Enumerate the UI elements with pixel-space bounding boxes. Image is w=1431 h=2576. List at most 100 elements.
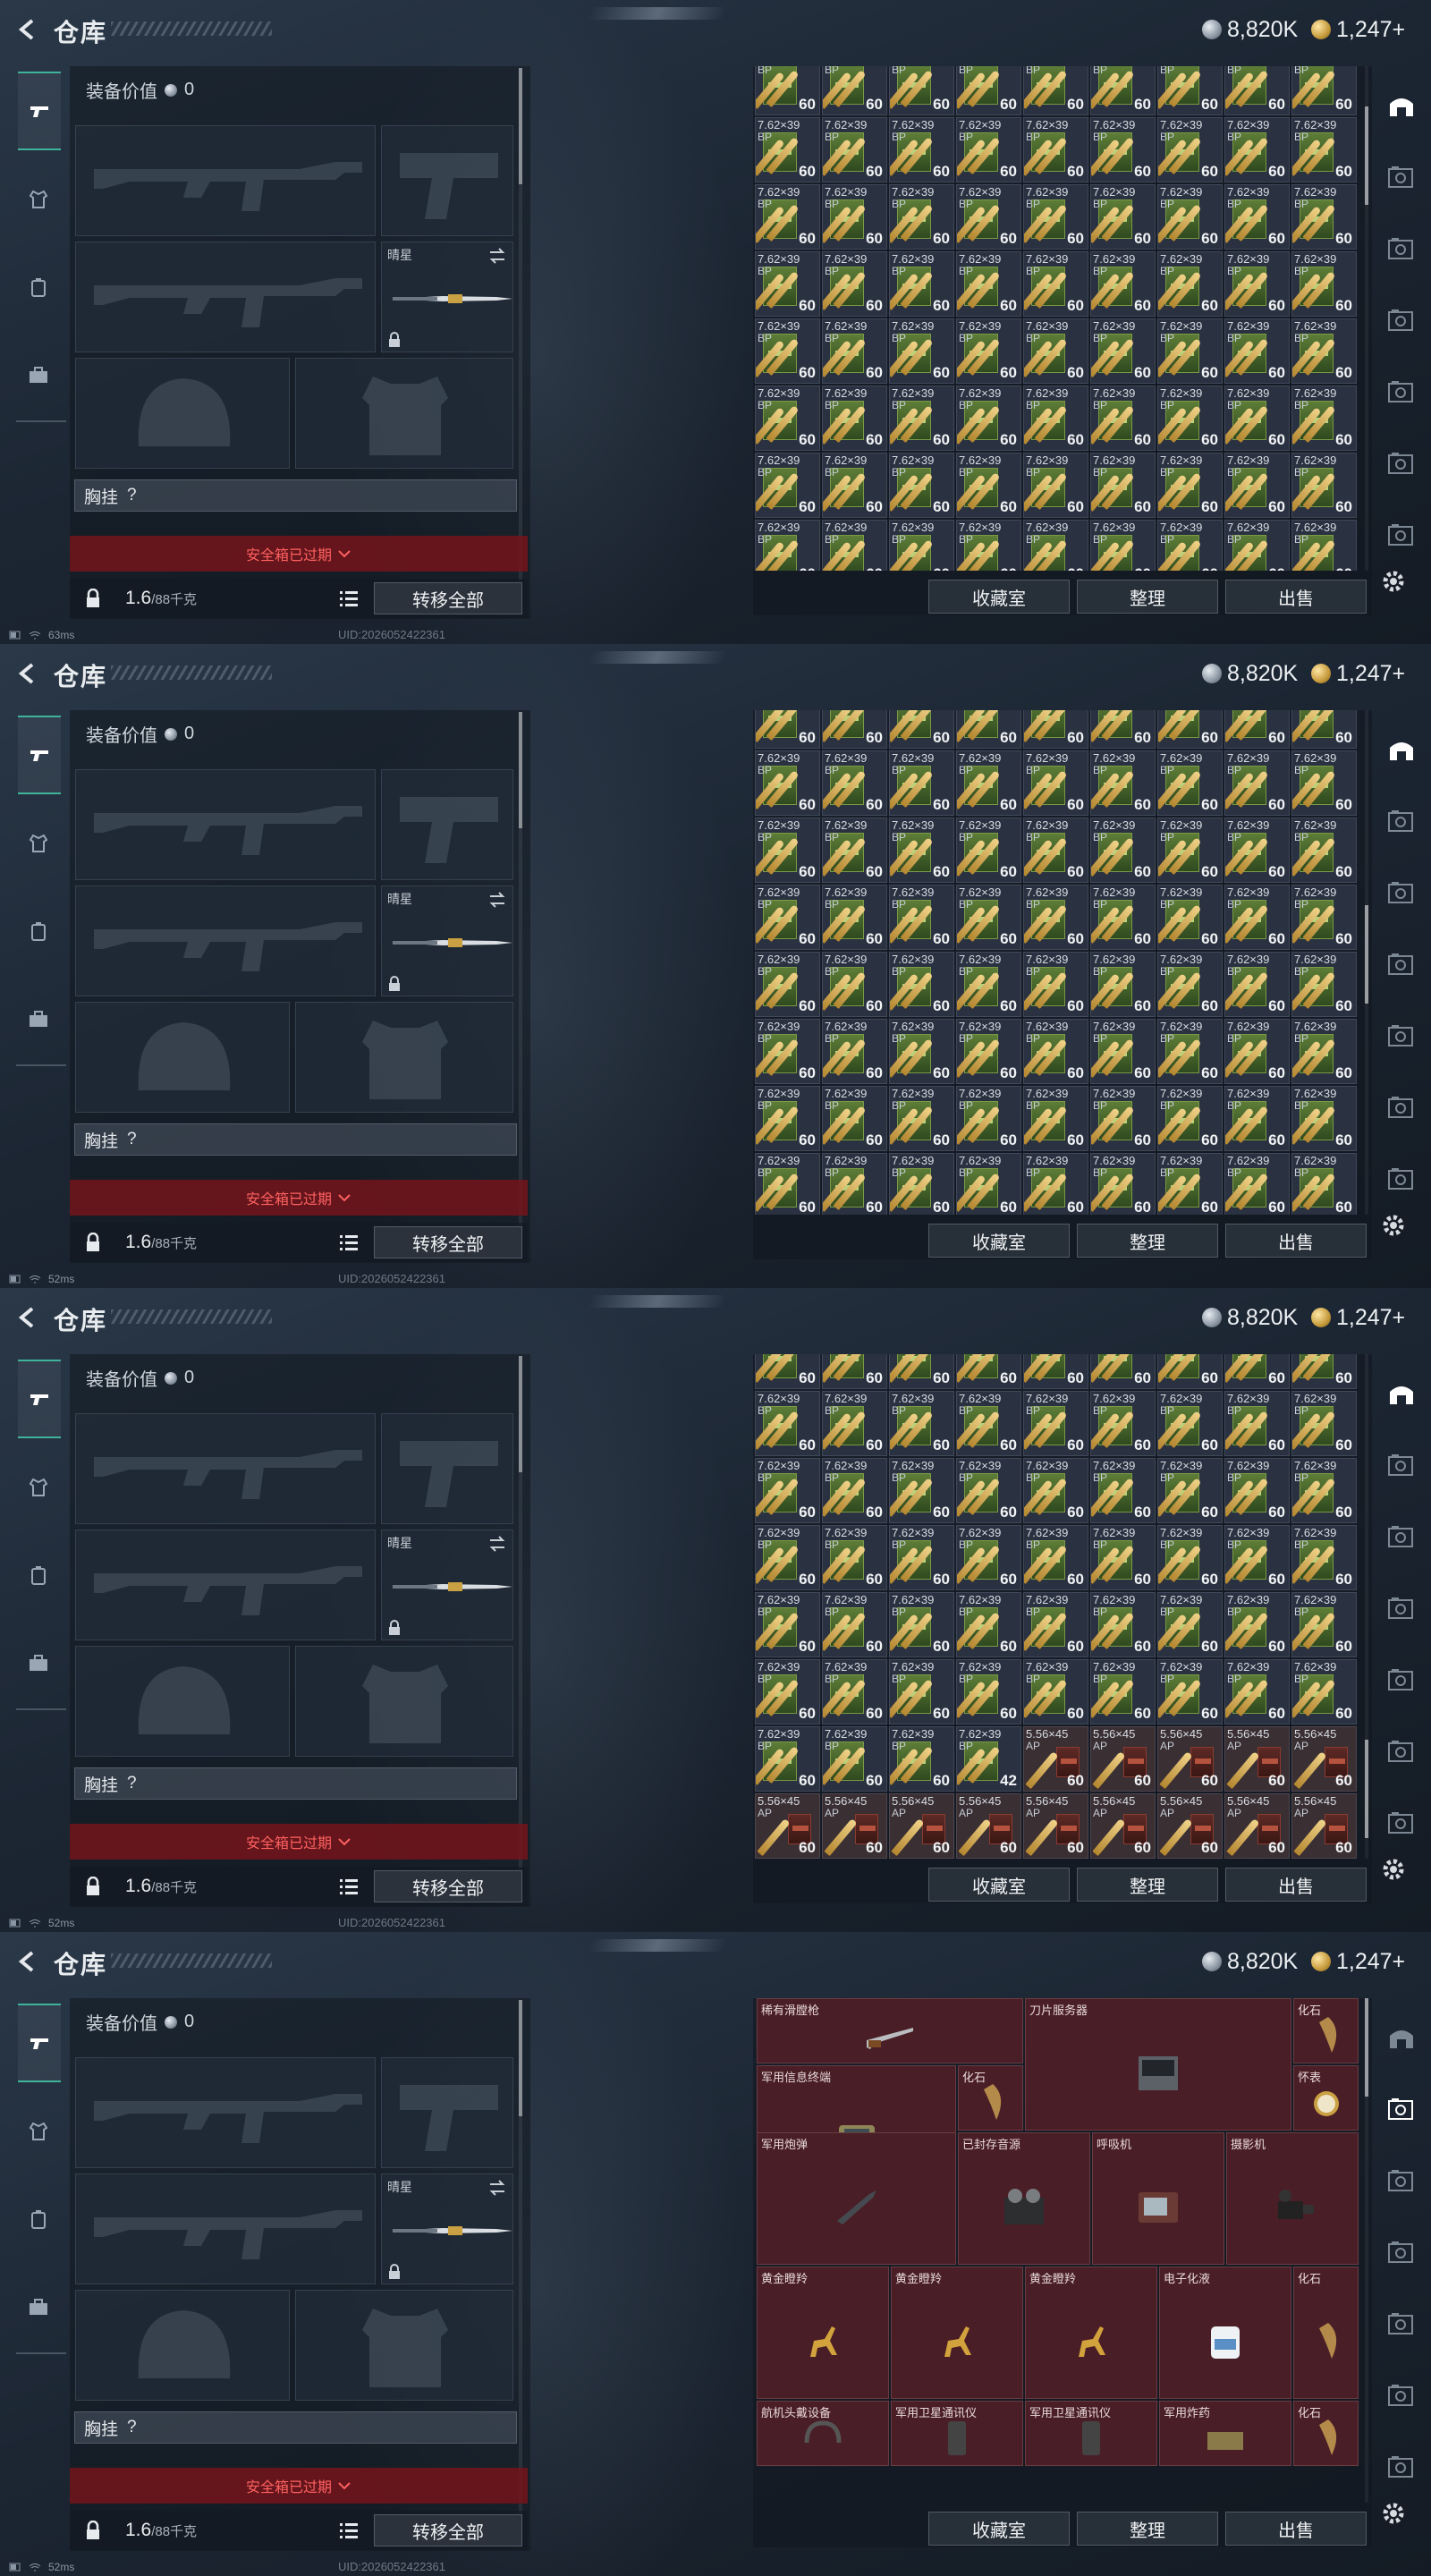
- back-button[interactable]: [13, 658, 43, 689]
- gold-currency[interactable]: 1,247+: [1311, 1946, 1405, 1977]
- ammo-cell-762[interactable]: 7.62×39BP60: [1023, 710, 1088, 749]
- ammo-cell-762[interactable]: 7.62×39BP60: [889, 184, 954, 250]
- ammo-cell-762[interactable]: 7.62×39BP60: [822, 251, 887, 317]
- ammo-cell-762[interactable]: 7.62×39BP60: [1157, 1592, 1223, 1657]
- ammo-cell-762[interactable]: 7.62×39BP60: [755, 1525, 820, 1590]
- ammo-cell-762[interactable]: 7.62×39BP60: [1090, 952, 1156, 1017]
- ammo-cell-556[interactable]: 5.56×45 AP 60: [1090, 1726, 1156, 1792]
- collection-room-button[interactable]: 收藏室: [928, 580, 1070, 614]
- back-button[interactable]: [13, 1302, 43, 1333]
- ammo-cell-762[interactable]: 7.62×39BP60: [1023, 1354, 1088, 1389]
- ammo-cell-762[interactable]: 7.62×39BP60: [1291, 1592, 1357, 1657]
- collectible-item[interactable]: 已封存音源: [958, 2132, 1090, 2265]
- transfer-all-button[interactable]: 转移全部: [374, 1226, 522, 1258]
- stash-tab-4[interactable]: [1381, 372, 1422, 413]
- stash-tab-3[interactable]: [1381, 945, 1422, 986]
- ammo-cell-762[interactable]: 7.62×39BP60: [1291, 184, 1357, 250]
- loadout-scrollbar[interactable]: [519, 2000, 522, 2546]
- ammo-cell-762[interactable]: 7.62×39BP60: [1090, 710, 1156, 749]
- ammo-cell-762[interactable]: 7.62×39BP60: [1023, 885, 1088, 950]
- ammo-cell-762[interactable]: 7.62×39BP60: [1157, 1458, 1223, 1523]
- swap-icon[interactable]: [487, 2178, 507, 2198]
- ammo-cell-762[interactable]: 7.62×39BP60: [755, 520, 820, 571]
- ammo-cell-762[interactable]: 7.62×39BP60: [1090, 66, 1156, 115]
- ammo-cell-762[interactable]: 7.62×39BP60: [1291, 386, 1357, 451]
- ammo-cell-762[interactable]: 7.62×39BP60: [889, 1525, 954, 1590]
- tab-armor[interactable]: [18, 1467, 59, 1508]
- stash-tab-3[interactable]: [1381, 301, 1422, 342]
- tab-backpack[interactable]: [18, 1555, 59, 1596]
- ammo-cell-762[interactable]: 7.62×39BP60: [1291, 453, 1357, 518]
- ammo-cell-762[interactable]: 7.62×39BP60: [1291, 66, 1357, 115]
- safebox-expired-bar[interactable]: 安全箱已过期: [70, 1824, 528, 1860]
- ammo-cell-762[interactable]: 7.62×39BP60: [1023, 318, 1088, 384]
- ammo-cell-762[interactable]: 7.62×39BP60: [755, 1592, 820, 1657]
- ammo-cell-762[interactable]: 7.62×39BP60: [1224, 251, 1290, 317]
- ammo-cell-762[interactable]: 7.62×39BP60: [889, 1592, 954, 1657]
- stash-tab-6[interactable]: [1381, 515, 1422, 556]
- ammo-cell-762[interactable]: 7.62×39BP60: [1291, 1086, 1357, 1151]
- ammo-cell-762[interactable]: 7.62×39BP60: [755, 117, 820, 182]
- ammo-cell-762[interactable]: 7.62×39BP60: [889, 117, 954, 182]
- collectible-item[interactable]: 刀片服务器: [1025, 1998, 1291, 2131]
- ammo-cell-762[interactable]: 7.62×39BP60: [822, 386, 887, 451]
- ammo-cell-762[interactable]: 7.62×39BP60: [1090, 1525, 1156, 1590]
- ammo-cell-762[interactable]: 7.62×39BP60: [1090, 1458, 1156, 1523]
- ammo-cell-762[interactable]: 7.62×39BP60: [822, 66, 887, 115]
- collectible-item[interactable]: 怀表: [1293, 2065, 1359, 2131]
- stash-tab-1[interactable]: [1381, 1445, 1422, 1487]
- ammo-cell-762[interactable]: 7.62×39BP60: [1090, 750, 1156, 816]
- ammo-cell-762[interactable]: 7.62×39BP60: [1023, 750, 1088, 816]
- ammo-cell-762[interactable]: 7.62×39BP60: [1157, 1086, 1223, 1151]
- ammo-cell-762[interactable]: 7.62×39BP60: [956, 818, 1021, 883]
- ammo-cell-762[interactable]: 7.62×39BP60: [822, 952, 887, 1017]
- ammo-cell-762[interactable]: 7.62×39BP60: [755, 251, 820, 317]
- ammo-cell-762[interactable]: 7.62×39BP60: [822, 1391, 887, 1456]
- sell-button[interactable]: 出售: [1225, 1224, 1367, 1258]
- ammo-cell-762[interactable]: 7.62×39BP60: [1291, 318, 1357, 384]
- ammo-cell-762[interactable]: 7.62×39BP60: [755, 710, 820, 749]
- ammo-cell-762[interactable]: 7.62×39BP60: [1291, 251, 1357, 317]
- ammo-cell-762[interactable]: 7.62×39BP60: [1291, 1659, 1357, 1724]
- collection-room-button[interactable]: 收藏室: [928, 1224, 1070, 1258]
- ammo-cell-762[interactable]: 7.62×39BP60: [956, 117, 1021, 182]
- transfer-all-button[interactable]: 转移全部: [374, 2514, 522, 2546]
- ammo-cell-762[interactable]: 7.62×39BP60: [956, 520, 1021, 571]
- sort-button[interactable]: 整理: [1077, 1224, 1218, 1258]
- body-armor-slot[interactable]: [295, 358, 513, 469]
- ammo-cell-762[interactable]: 7.62×39BP60: [1090, 1659, 1156, 1724]
- ammo-cell-762[interactable]: 7.62×39BP60: [755, 1153, 820, 1215]
- stash-tab-6[interactable]: [1381, 1803, 1422, 1844]
- ammo-cell-762[interactable]: 7.62×39BP60: [1157, 1019, 1223, 1084]
- ammo-cell-762[interactable]: 7.62×39BP60: [1224, 1086, 1290, 1151]
- primary-weapon-slot[interactable]: [75, 2057, 376, 2168]
- stash-tab-5[interactable]: [1381, 1088, 1422, 1129]
- collectible-item[interactable]: 化石: [1293, 1998, 1359, 2063]
- ammo-cell-762[interactable]: 7.62×39BP60: [1157, 1354, 1223, 1389]
- collectible-item[interactable]: 航机头戴设备: [757, 2401, 889, 2466]
- helmet-slot[interactable]: [75, 358, 290, 469]
- ammo-cell-762[interactable]: 7.62×39BP60: [822, 318, 887, 384]
- collectible-item[interactable]: 摄影机: [1226, 2132, 1359, 2265]
- stash-tab-all[interactable]: [1381, 86, 1422, 127]
- ammo-cell-762[interactable]: 7.62×39BP60: [755, 1086, 820, 1151]
- ammo-cell-556[interactable]: 5.56×45 AP 60: [1023, 1793, 1088, 1859]
- ammo-cell-762[interactable]: 7.62×39BP60: [1224, 66, 1290, 115]
- ammo-cell-762[interactable]: 7.62×39BP60: [889, 453, 954, 518]
- ammo-cell-762[interactable]: 7.62×39BP60: [1023, 117, 1088, 182]
- ammo-cell-762[interactable]: 7.62×39BP60: [755, 66, 820, 115]
- ammo-cell-556[interactable]: 5.56×45 AP 60: [822, 1793, 887, 1859]
- tab-case[interactable]: [18, 998, 59, 1039]
- ammo-cell-762[interactable]: 7.62×39BP60: [889, 710, 954, 749]
- melee-slot[interactable]: 晴星: [381, 1530, 513, 1640]
- tab-armor[interactable]: [18, 2111, 59, 2152]
- tab-backpack[interactable]: [18, 911, 59, 952]
- ammo-cell-762[interactable]: 7.62×39BP60: [755, 318, 820, 384]
- ammo-cell-762[interactable]: 7.62×39BP60: [1023, 818, 1088, 883]
- ammo-cell-762[interactable]: 7.62×39BP60: [1291, 952, 1357, 1017]
- helmet-slot[interactable]: [75, 2290, 290, 2401]
- ammo-cell-762[interactable]: 7.62×39BP60: [1157, 818, 1223, 883]
- ammo-cell-762[interactable]: 7.62×39BP60: [889, 1086, 954, 1151]
- sell-button[interactable]: 出售: [1225, 2512, 1367, 2546]
- pistol-slot[interactable]: [381, 1413, 513, 1524]
